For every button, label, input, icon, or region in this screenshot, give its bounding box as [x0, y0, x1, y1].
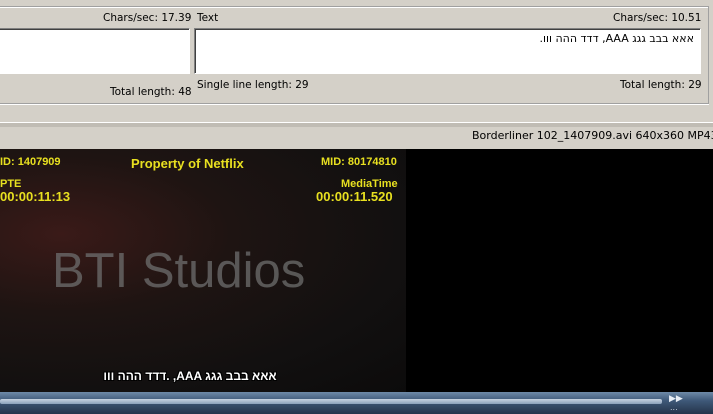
player-controls: ▶▶ ...	[0, 392, 713, 414]
media-time: 00:00:11.520	[316, 189, 393, 204]
video-black-area	[406, 149, 713, 392]
single-line-length: Single line length: 29	[197, 79, 309, 91]
mid-right: MID: 80174810	[321, 156, 397, 168]
left-chars-per-sec: Chars/sec: 17.39	[103, 12, 192, 24]
subtitle-overlay: דדד ההה ווו. ,AAA אאא בבב גגג	[103, 369, 277, 383]
right-total-length: Total length: 29	[620, 79, 702, 91]
left-text-box[interactable]	[0, 28, 190, 74]
smpte-time: 00:00:11:13	[0, 189, 71, 204]
subtitle-text-value: אאא בבב גגג AAA, דדד ההה ווו.	[539, 32, 694, 45]
watermark: BTI Studios	[52, 244, 306, 298]
text-label: Text	[197, 12, 219, 24]
right-chars-per-sec: Chars/sec: 10.51	[613, 12, 702, 24]
seek-bar[interactable]	[0, 399, 662, 404]
property-label: Property of Netflix	[131, 156, 244, 171]
video-frame[interactable]: ID: 1407909 Property of Netflix MID: 801…	[0, 149, 406, 392]
time-fragment: ...	[670, 403, 678, 412]
subtitle-text-box[interactable]: אאא בבב גגג AAA, דדד ההה ווו.	[194, 28, 701, 74]
left-total-length: Total length: 48	[110, 86, 192, 98]
video-file-info: Borderliner 102_1407909.avi 640x360 MP43…	[472, 129, 713, 142]
mid-left: ID: 1407909	[0, 156, 61, 168]
subtitle-edit-panel: Chars/sec: 17.39 Total length: 48 Text C…	[0, 0, 713, 122]
video-info-bar: Borderliner 102_1407909.avi 640x360 MP43…	[0, 127, 713, 149]
